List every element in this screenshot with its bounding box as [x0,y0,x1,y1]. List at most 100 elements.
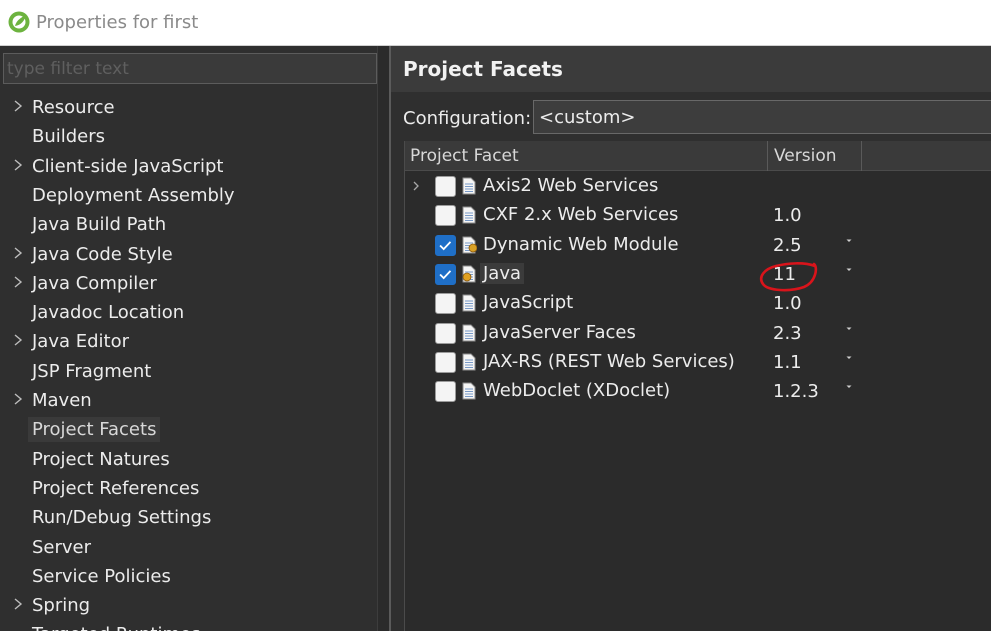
tree-item[interactable]: Maven [0,386,377,415]
chevron-right-icon[interactable] [12,597,24,611]
facet-version[interactable]: 2.3 [773,323,802,344]
tree-item[interactable]: Server [0,533,377,562]
facet-checkbox[interactable] [435,264,456,285]
tree-item[interactable]: Project Facets [0,415,377,444]
tree-item[interactable]: Run/Debug Settings [0,503,377,532]
tree-item-label: Java Editor [32,331,130,352]
facet-row[interactable]: CXF 2.x Web Services 1.0 [405,201,991,230]
facet-version[interactable]: 2.5 [773,235,802,256]
tree-item-label: Resource [32,97,115,118]
java-facet-icon [462,265,476,283]
tree-item[interactable]: Deployment Assembly [0,181,377,210]
window-title: Properties for first [36,12,199,33]
configuration-combo[interactable]: <custom> [533,100,991,134]
facet-row[interactable]: JavaServer Faces 2.3 [405,319,991,348]
tree-scrollbar[interactable] [377,46,389,631]
facet-row[interactable]: Dynamic Web Module 2.5 [405,231,991,260]
tree-item[interactable]: Builders [0,122,377,151]
configuration-label: Configuration: [403,108,532,129]
dropdown-arrow-icon[interactable] [845,266,853,274]
configuration-value: <custom> [539,107,636,128]
column-project-facet[interactable]: Project Facet [410,146,519,166]
dropdown-arrow-icon[interactable] [845,383,853,391]
chevron-right-icon[interactable] [12,275,24,289]
page-title: Project Facets [403,57,563,81]
facet-row[interactable]: WebDoclet (XDoclet) 1.2.3 [405,377,991,406]
chevron-right-icon[interactable] [12,246,24,260]
tree-item-label: Server [32,537,92,558]
tree-item[interactable]: Java Code Style [0,240,377,269]
facets-table: Project Facet Version Axis2 Web Services… [404,141,991,631]
column-separator[interactable] [861,141,862,171]
facet-version[interactable]: 1.0 [773,293,802,314]
facet-checkbox[interactable] [435,235,456,256]
tree-item-label: Java Code Style [32,244,173,265]
facet-checkbox[interactable] [435,293,456,314]
facet-checkbox[interactable] [435,352,456,373]
title-bar: Properties for first [0,0,991,46]
facet-version[interactable]: 1.1 [773,352,802,373]
tree-item[interactable]: Targeted Runtimes [0,620,377,631]
facet-name: JavaServer Faces [483,322,636,343]
facet-name: CXF 2.x Web Services [483,204,679,225]
tree-item[interactable]: Resource [0,93,377,122]
facet-checkbox[interactable] [435,381,456,402]
tree-item[interactable]: JSP Fragment [0,357,377,386]
facet-checkbox[interactable] [435,176,456,197]
document-icon [462,177,476,195]
tree-item[interactable]: Project Natures [0,445,377,474]
tree-item-label: Client-side JavaScript [32,156,224,177]
dropdown-arrow-icon[interactable] [845,237,853,245]
chevron-right-icon[interactable] [12,392,24,406]
dropdown-arrow-icon[interactable] [845,354,853,362]
tree-item-label: Targeted Runtimes [28,622,204,631]
tree-item-label: Project Natures [32,449,170,470]
chevron-right-icon[interactable] [411,179,421,193]
facet-checkbox[interactable] [435,323,456,344]
facet-name: Axis2 Web Services [483,175,659,196]
facet-version[interactable]: 11 [773,264,796,285]
filter-input[interactable]: type filter text [3,53,377,84]
tree-item-label: Maven [32,390,92,411]
document-icon [462,294,476,312]
tree-item-label: Project Facets [28,417,161,442]
tree-item[interactable]: Java Compiler [0,269,377,298]
facet-version[interactable]: 1.2.3 [773,381,819,402]
tree-item[interactable]: Project References [0,474,377,503]
facet-row[interactable]: JAX-RS (REST Web Services) 1.1 [405,348,991,377]
tree-item-label: Builders [32,126,106,147]
facet-version[interactable]: 1.0 [773,205,802,226]
tree-item[interactable]: Client-side JavaScript [0,152,377,181]
tree-item-label: Java Build Path [32,214,167,235]
facet-name: JAX-RS (REST Web Services) [483,351,735,372]
column-version[interactable]: Version [774,146,837,166]
column-separator[interactable] [767,141,768,171]
tree-item[interactable]: Javadoc Location [0,298,377,327]
tree-item-label: Service Policies [32,566,171,587]
chevron-right-icon[interactable] [12,158,24,172]
chevron-right-icon[interactable] [12,99,24,113]
tree-item-label: Javadoc Location [32,302,185,323]
facet-name: Dynamic Web Module [483,234,679,255]
tree-item[interactable]: Java Build Path [0,210,377,239]
document-icon [462,353,476,371]
tree-item-label: Spring [32,595,91,616]
facet-row[interactable]: JavaScript 1.0 [405,289,991,318]
chevron-right-icon[interactable] [12,333,24,347]
facet-name: WebDoclet (XDoclet) [483,380,671,401]
web-module-icon [462,236,477,254]
tree-item[interactable]: Service Policies [0,562,377,591]
tree-item-label: JSP Fragment [32,361,152,382]
tree-item-label: Run/Debug Settings [32,507,212,528]
facet-row[interactable]: Java 11 [405,260,991,289]
tree-item-label: Deployment Assembly [32,185,235,206]
facet-checkbox[interactable] [435,205,456,226]
tree-item[interactable]: Java Editor [0,327,377,356]
facets-table-header: Project Facet Version [405,141,991,171]
document-icon [462,206,476,224]
dropdown-arrow-icon[interactable] [845,325,853,333]
page-header: Project Facets [391,46,991,92]
document-icon [462,382,476,400]
facet-row[interactable]: Axis2 Web Services [405,172,991,201]
tree-item[interactable]: Spring [0,591,377,620]
